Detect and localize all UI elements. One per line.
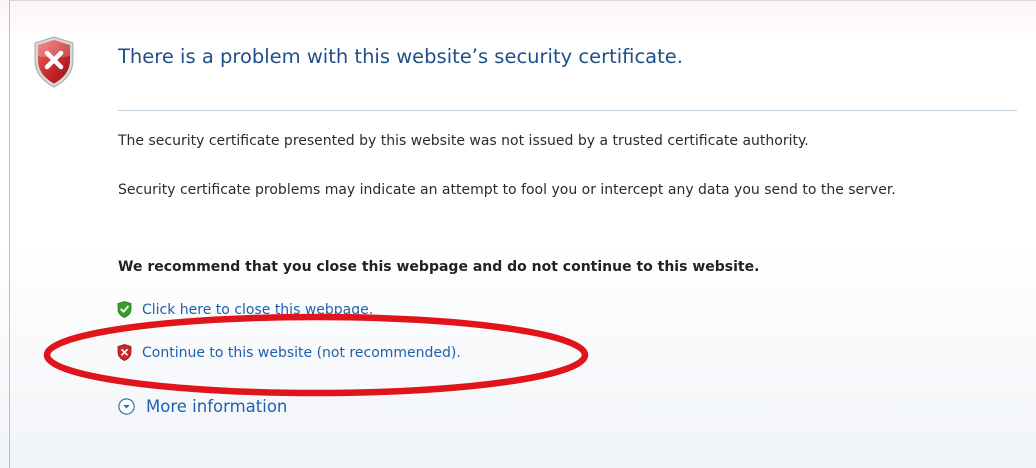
certificate-error-page: There is a problem with this website’s s…: [0, 0, 1036, 468]
more-information-link[interactable]: More information: [146, 397, 287, 416]
continue-website-row[interactable]: Continue to this website (not recommende…: [117, 344, 461, 361]
more-information-toggle[interactable]: More information: [118, 397, 287, 416]
page-title: There is a problem with this website’s s…: [118, 45, 683, 68]
title-divider: [118, 110, 1017, 111]
shield-error-icon: [117, 344, 132, 361]
continue-website-link[interactable]: Continue to this website (not recommende…: [142, 345, 461, 361]
recommendation-text: We recommend that you close this webpage…: [118, 259, 760, 275]
close-webpage-row[interactable]: Click here to close this webpage.: [117, 301, 373, 318]
close-webpage-link[interactable]: Click here to close this webpage.: [142, 302, 373, 318]
not-trusted-paragraph: The security certificate presented by th…: [118, 133, 809, 149]
shield-ok-icon: [117, 301, 132, 318]
shield-error-icon: [34, 36, 74, 88]
chevron-down-circle-icon: [118, 398, 135, 415]
security-warning-paragraph: Security certificate problems may indica…: [118, 182, 896, 198]
